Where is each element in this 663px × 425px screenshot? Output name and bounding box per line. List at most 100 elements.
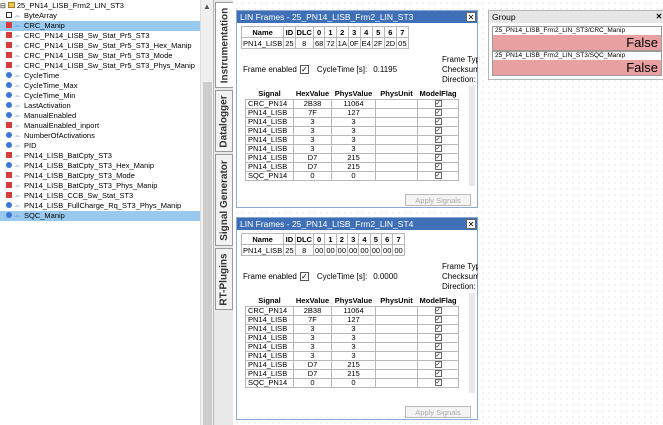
modelflag-checkbox[interactable]: ✓: [434, 370, 442, 378]
group-item[interactable]: 25_PN14_LISB_Frm2_LIN_ST3/SQC_Manip False: [492, 51, 662, 76]
tree-item[interactable]: ⇔ LastActivation: [0, 101, 71, 111]
frame-enabled-checkbox[interactable]: ✓: [299, 65, 309, 75]
tree-scrollbar[interactable]: ▲: [200, 0, 213, 425]
tree-item[interactable]: ⇔ PN14_LISB_BatCpty_ST3_Hex_Manip: [0, 161, 154, 171]
table-row[interactable]: PN14_LISB D7 215 ✓: [245, 368, 460, 379]
lin-frames-window-st3[interactable]: LIN Frames - 25_PN14_LISB_Frm2_LIN_ST3 ✕ …: [236, 10, 478, 208]
modelflag-cell[interactable]: ✓: [416, 152, 460, 163]
modelflag-cell[interactable]: ✓: [416, 323, 460, 334]
tab-datalogger[interactable]: Datalogger: [215, 90, 233, 152]
modelflag-checkbox[interactable]: ✓: [434, 172, 442, 180]
table-row[interactable]: PN14_LISB 3 3 ✓: [245, 116, 460, 127]
tree-item[interactable]: ⇔ ManualEnabled: [0, 111, 76, 121]
tab-signal-generator[interactable]: Signal Generator: [215, 154, 233, 246]
table-row[interactable]: SQC_PN14 0 0 ✓: [245, 377, 460, 388]
table-row[interactable]: PN14_LISB 3 3 ✓: [245, 125, 460, 136]
tree-item[interactable]: ⇔ PN14_LISB_FullCharge_Rq_ST3_Phys_Manip: [0, 201, 181, 211]
modelflag-checkbox[interactable]: ✓: [434, 316, 442, 324]
tree-item[interactable]: ⇔ PN14_LISB_BatCpty_ST3_Mode: [0, 171, 135, 181]
table-row[interactable]: PN14_LISB 3 3 ✓: [245, 143, 460, 154]
modelflag-checkbox[interactable]: ✓: [434, 136, 442, 144]
apply-signals-button[interactable]: Apply Signals: [405, 194, 471, 206]
tree-item[interactable]: ⇔ PN14_LISB_CCB_Sw_Stat_ST3: [0, 191, 133, 201]
tree-item[interactable]: ⇔ CRC_PN14_LISB_Sw_Stat_Pr5_ST3_Mode: [0, 51, 172, 61]
signal-tree[interactable]: ⊟ 25_PN14_LISB_Frm2_LIN_ST3 ⇔ ByteArray ⇔ CR…: [0, 0, 200, 425]
window-title-bar[interactable]: LIN Frames - 25_PN14_LISB_Frm2_LIN_ST3 ✕: [237, 11, 477, 23]
modelflag-cell[interactable]: ✓: [416, 350, 460, 361]
signal-table-scrollbar[interactable]: [469, 86, 475, 186]
modelflag-cell[interactable]: ✓: [416, 368, 460, 379]
tree-item[interactable]: ⇔ ManualEnabled_inport: [0, 121, 99, 131]
table-row[interactable]: PN14_LISB 3 3 ✓: [245, 323, 460, 334]
tree-item[interactable]: ⇔ ByteArray: [0, 11, 57, 21]
tree-item[interactable]: ⇔ CycleTime_Min: [0, 91, 75, 101]
modelflag-checkbox[interactable]: ✓: [434, 154, 442, 162]
tab-instrumentation[interactable]: Instrumentation: [215, 2, 233, 88]
modelflag-checkbox[interactable]: ✓: [434, 109, 442, 117]
table-row[interactable]: PN14_LISB 3 3 ✓: [245, 332, 460, 343]
tree-item[interactable]: ⇔ PN14_LISB_BatCpty_ST3: [0, 151, 112, 161]
frame-enabled-checkbox[interactable]: ✓: [299, 272, 309, 282]
modelflag-cell[interactable]: ✓: [416, 143, 460, 154]
group-window[interactable]: Group ✕ 25_PN14_LISB_Frm2_LIN_ST3/CRC_Man…: [488, 10, 663, 80]
tree-root[interactable]: ⊟ 25_PN14_LISB_Frm2_LIN_ST3: [0, 1, 124, 11]
table-row[interactable]: PN14_LISB D7 215 ✓: [245, 359, 460, 370]
modelflag-cell[interactable]: ✓: [416, 170, 460, 181]
modelflag-checkbox[interactable]: ✓: [434, 361, 442, 369]
signal-table[interactable]: Signal HexValue PhysValue PhysUnit ModelFlag…: [245, 88, 460, 181]
modelflag-checkbox[interactable]: ✓: [434, 325, 442, 333]
table-row[interactable]: PN14_LISB 3 3 ✓: [245, 134, 460, 145]
modelflag-checkbox[interactable]: ✓: [434, 145, 442, 153]
modelflag-cell[interactable]: ✓: [416, 134, 460, 145]
tree-item[interactable]: ⇔ CRC_Manip: [0, 21, 200, 31]
modelflag-cell[interactable]: ✓: [416, 341, 460, 352]
modelflag-checkbox[interactable]: ✓: [434, 118, 442, 126]
tree-item[interactable]: ⇔ CRC_PN14_LISB_Sw_Stat_Pr5_ST3_Phys_Mani…: [0, 61, 195, 71]
tree-item[interactable]: ⇔ NumberOfActivations: [0, 131, 95, 141]
tree-item[interactable]: ⇔ CRC_PN14_LISB_Sw_Stat_Pr5_ST3: [0, 31, 149, 41]
expand-icon[interactable]: ⊟: [0, 3, 8, 10]
scroll-up-icon[interactable]: ▲: [203, 2, 211, 11]
signal-table[interactable]: Signal HexValue PhysValue PhysUnit ModelFlag…: [245, 295, 460, 388]
table-row[interactable]: PN14_LISB D7 215 ✓: [245, 161, 460, 172]
close-icon[interactable]: ✕: [654, 12, 663, 22]
modelflag-cell[interactable]: ✓: [416, 161, 460, 172]
group-item-value[interactable]: False: [493, 35, 661, 50]
modelflag-cell[interactable]: ✓: [416, 314, 460, 325]
modelflag-cell[interactable]: ✓: [416, 107, 460, 118]
tree-item[interactable]: ⇔ CycleTime: [0, 71, 59, 81]
table-row[interactable]: PN14_LISB 7F 127 ✓: [245, 314, 460, 325]
table-row[interactable]: PN14_LISB 3 3 ✓: [245, 341, 460, 352]
table-row[interactable]: CRC_PN14 2B38 11064 ✓: [245, 305, 460, 316]
modelflag-checkbox[interactable]: ✓: [434, 127, 442, 135]
modelflag-checkbox[interactable]: ✓: [434, 100, 442, 108]
modelflag-checkbox[interactable]: ✓: [434, 334, 442, 342]
modelflag-checkbox[interactable]: ✓: [434, 352, 442, 360]
modelflag-cell[interactable]: ✓: [416, 116, 460, 127]
modelflag-cell[interactable]: ✓: [416, 359, 460, 370]
table-row[interactable]: PN14_LISB 7F 127 ✓: [245, 107, 460, 118]
close-icon[interactable]: ✕: [466, 12, 476, 22]
modelflag-cell[interactable]: ✓: [416, 98, 460, 109]
apply-signals-button[interactable]: Apply Signals: [405, 406, 471, 418]
window-title-bar[interactable]: LIN Frames - 25_PN14_LISB_Frm2_LIN_ST4 ✕: [237, 218, 477, 230]
group-item[interactable]: 25_PN14_LISB_Frm2_LIN_ST3/CRC_Manip False: [492, 26, 662, 51]
table-row[interactable]: PN14_LISB D7 215 ✓: [245, 152, 460, 163]
scrollbar-thumb[interactable]: [203, 82, 212, 425]
modelflag-checkbox[interactable]: ✓: [434, 163, 442, 171]
modelflag-cell[interactable]: ✓: [416, 332, 460, 343]
tree-item[interactable]: ⇔ PID: [0, 141, 37, 151]
modelflag-cell[interactable]: ✓: [416, 377, 460, 388]
table-row[interactable]: SQC_PN14 0 0 ✓: [245, 170, 460, 181]
tree-item[interactable]: ⇔ SQC_Manip: [0, 211, 200, 221]
group-item-value[interactable]: False: [493, 60, 661, 75]
table-row[interactable]: CRC_PN14 2B38 11064 ✓: [245, 98, 460, 109]
group-title-bar[interactable]: Group ✕: [489, 11, 663, 23]
lin-frames-window-st4[interactable]: LIN Frames - 25_PN14_LISB_Frm2_LIN_ST4 ✕ …: [236, 217, 478, 420]
tab-rt-plugins[interactable]: RT-Plugins: [215, 248, 233, 310]
modelflag-checkbox[interactable]: ✓: [434, 379, 442, 387]
modelflag-checkbox[interactable]: ✓: [434, 343, 442, 351]
tree-item[interactable]: ⇔ CycleTime_Max: [0, 81, 77, 91]
tree-item[interactable]: ⇔ PN14_LISB_BatCpty_ST3_Phys_Manip: [0, 181, 157, 191]
modelflag-checkbox[interactable]: ✓: [434, 307, 442, 315]
